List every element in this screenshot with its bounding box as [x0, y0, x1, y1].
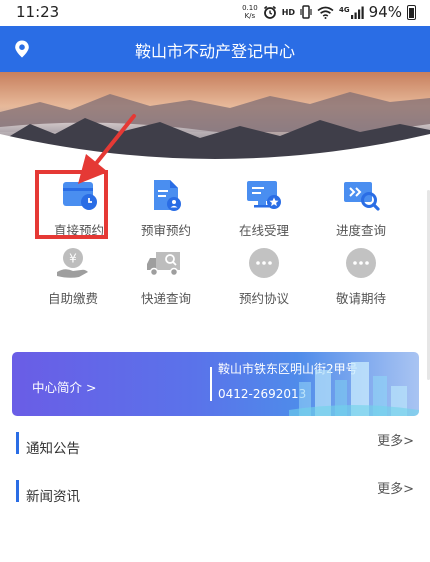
more-dots-icon	[346, 248, 376, 278]
network-speed: 0.10 K/s	[242, 4, 258, 20]
delivery-truck-icon	[147, 252, 180, 277]
city-illustration	[289, 362, 419, 416]
section-title: 新闻资讯	[26, 489, 80, 505]
grid-item-online-acceptance[interactable]: 在线受理	[216, 178, 312, 239]
battery-percent: 94%	[368, 3, 402, 21]
section-accent-bar	[16, 480, 19, 502]
network-speed-value: 0.10	[242, 4, 258, 12]
center-intro-link[interactable]: 中心简介 >	[32, 377, 96, 396]
grid-item-express-query[interactable]: 快递查询	[118, 246, 214, 307]
section-news: 新闻资讯 更多>	[16, 478, 416, 505]
signal-type-label: 4G	[339, 5, 350, 14]
grid-label: 在线受理	[238, 223, 289, 238]
grid-label: 进度查询	[335, 223, 386, 238]
yuan-hand-icon: ¥	[57, 248, 88, 278]
notices-more-link[interactable]: 更多>	[377, 430, 414, 449]
grid-item-appointment-agreement[interactable]: 预约协议	[216, 246, 312, 307]
signal-bars-icon	[350, 6, 364, 19]
status-indicators: 0.10 K/s HD 4G 94%	[242, 3, 416, 21]
app-header: 鞍山市不动产登记中心	[0, 26, 430, 72]
status-time: 11:23	[16, 3, 60, 21]
card-divider	[210, 367, 212, 401]
section-title: 通知公告	[26, 441, 80, 457]
signal-indicator: 4G	[339, 6, 364, 19]
grid-item-coming-soon[interactable]: 敬请期待	[313, 246, 409, 307]
annotation-arrow-icon	[78, 114, 136, 184]
grid-label: 预约协议	[238, 291, 289, 306]
grid-label: 预审预约	[140, 223, 191, 238]
banner-image	[0, 72, 430, 170]
status-bar: 11:23 0.10 K/s HD 4G 94%	[0, 0, 430, 26]
monitor-star-icon	[247, 181, 281, 209]
hd-badge: HD	[281, 7, 296, 17]
grid-item-progress-query[interactable]: 进度查询	[313, 178, 409, 239]
grid-label: 敬请期待	[335, 291, 386, 306]
center-intro-card[interactable]: 中心简介 > 鞍山市铁东区明山街2甲号 0412-2692013	[12, 352, 419, 416]
svg-text:¥: ¥	[69, 252, 77, 266]
grid-label: 快递查询	[140, 291, 191, 306]
grid-item-self-payment[interactable]: ¥ 自助缴费	[25, 246, 121, 307]
wifi-icon	[317, 6, 334, 19]
section-accent-bar	[16, 432, 19, 454]
news-more-link[interactable]: 更多>	[377, 478, 414, 497]
more-dots-icon	[249, 248, 279, 278]
document-user-icon	[154, 180, 181, 211]
alarm-icon	[263, 5, 276, 19]
page-title: 鞍山市不动产登记中心	[134, 42, 295, 61]
grid-label: 自助缴费	[47, 291, 98, 306]
fast-forward-search-icon	[344, 182, 380, 211]
vibrate-icon	[300, 5, 312, 19]
section-notices: 通知公告 更多>	[16, 430, 416, 457]
battery-icon	[407, 4, 416, 20]
network-speed-unit: K/s	[244, 12, 256, 20]
